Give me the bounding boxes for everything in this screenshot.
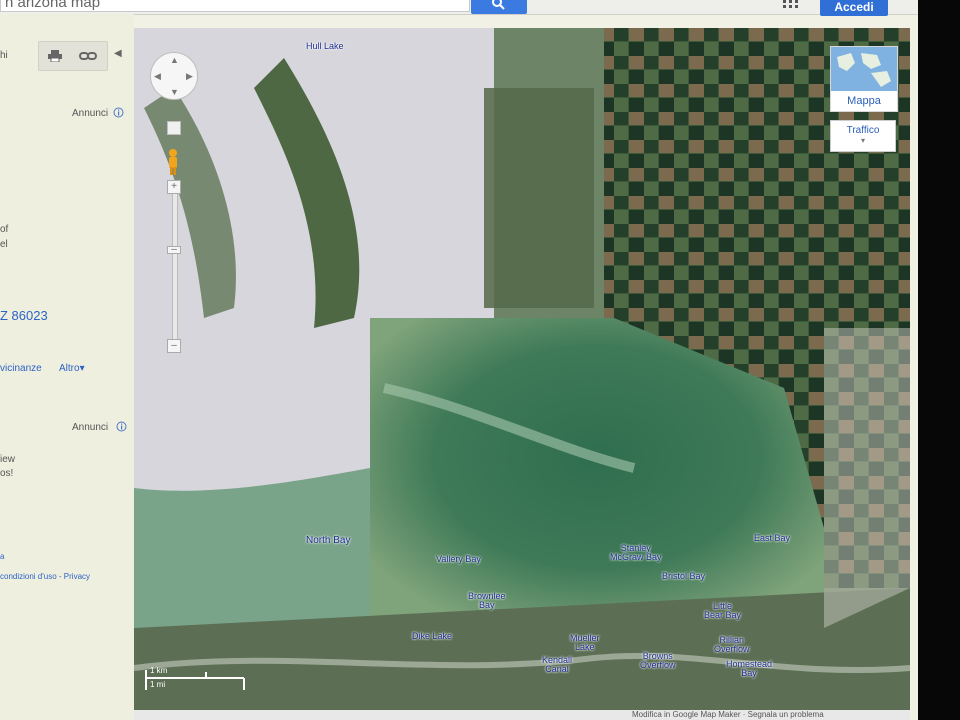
map-maker-link[interactable]: Modifica in Google Map Maker · Segnala u…	[632, 710, 824, 720]
ads-label: Annunci	[72, 422, 109, 433]
map-label-bristol-bay[interactable]: Bristol Bay	[662, 572, 705, 581]
map-scale: 1 km 1 mi	[144, 666, 248, 692]
text-fragment: os!	[0, 468, 14, 479]
tab-fragment[interactable]: hi	[0, 50, 8, 61]
map-label-little-bear-bay[interactable]: Little Bear Bay	[704, 602, 741, 620]
toolbar-box	[38, 41, 108, 71]
collapse-panel-icon[interactable]: ◀	[114, 48, 122, 59]
pegman-icon[interactable]	[166, 148, 180, 176]
scale-mi-label: 1 mi	[150, 680, 166, 689]
traffic-layer-button[interactable]: Traffico ▾	[830, 120, 896, 152]
pan-down-icon[interactable]: ▼	[170, 87, 179, 97]
map-label-east-bay[interactable]: East Bay	[754, 534, 790, 543]
zoom-slider-track[interactable]	[172, 180, 178, 352]
zoom-slider-handle[interactable]: –	[167, 245, 181, 255]
search-input[interactable]: n arizona map	[0, 0, 470, 12]
more-dropdown[interactable]: Altro▾	[59, 363, 85, 374]
map-type-toggle[interactable]: Mappa	[830, 46, 898, 112]
satellite-map[interactable]: ▲ ▼ ◀ ▶ + – – Mappa Traffico ▾ Hull Lake…	[134, 28, 910, 720]
reset-view-button[interactable]	[167, 121, 181, 135]
label-line: Canal	[545, 664, 569, 674]
monitor-bezel	[918, 0, 960, 720]
top-bar: n arizona map Accedi	[0, 0, 918, 16]
map-label-rillian-overflow[interactable]: Rillian Overflow	[714, 636, 750, 654]
zoom-in-button[interactable]: +	[167, 180, 181, 194]
label-line: Bear Bay	[704, 610, 742, 620]
text-fragment: el	[0, 239, 8, 250]
map-label-homestead-bay[interactable]: Homestead Bay	[726, 660, 772, 678]
pan-left-icon[interactable]: ◀	[154, 71, 161, 82]
ads-label: Annunci	[72, 108, 109, 119]
map-label-stanley-mcgraw-bay[interactable]: Stanley McGraw Bay	[610, 544, 662, 562]
label-line: Bay	[479, 600, 495, 610]
label-line: Bay	[741, 668, 757, 678]
apps-grid-icon[interactable]	[782, 0, 800, 10]
text-fragment: iew	[0, 454, 16, 465]
info-icon[interactable]	[113, 107, 124, 121]
more-label: Altro	[59, 363, 80, 374]
map-label-kendall-canal[interactable]: Kendall Canal	[542, 656, 572, 674]
browser-screen: n arizona map Accedi hi ◀ Annunci of el …	[0, 0, 918, 720]
map-label-hull-lake[interactable]: Hull Lake	[306, 42, 344, 51]
label-line: Lake	[574, 642, 595, 652]
map-label-dike-lake[interactable]: Dike Lake	[412, 632, 452, 641]
label-line: McGraw Bay	[610, 552, 662, 562]
scale-km-label: 1 km	[150, 666, 168, 675]
info-icon[interactable]	[116, 421, 127, 435]
chevron-down-icon: ▾	[860, 136, 865, 145]
world-map-icon	[831, 47, 897, 91]
chevron-down-icon: ▾	[79, 363, 85, 374]
satellite-imagery	[134, 28, 910, 720]
nearby-link[interactable]: vicinanze	[0, 363, 42, 374]
search-button[interactable]	[471, 0, 527, 14]
map-label-brownlee-bay[interactable]: Brownlee Bay	[468, 592, 506, 610]
left-panel: hi ◀ Annunci of el Z 86023 vicinanze Alt…	[0, 14, 134, 720]
zip-code-link[interactable]: Z 86023	[0, 308, 48, 323]
text-fragment: of	[0, 224, 9, 235]
signin-button[interactable]: Accedi	[820, 0, 888, 16]
map-label-browns-overflow[interactable]: Browns Overflow	[640, 652, 676, 670]
pan-control[interactable]: ▲ ▼ ◀ ▶	[150, 52, 198, 100]
search-icon	[492, 0, 505, 10]
map-label-vallery-bay[interactable]: Vallery Bay	[436, 555, 481, 564]
pan-right-icon[interactable]: ▶	[186, 71, 193, 82]
map-type-label: Mappa	[831, 91, 897, 111]
map-label-north-bay[interactable]: North Bay	[306, 536, 350, 546]
link-icon[interactable]	[79, 49, 97, 67]
map-label-mueller-lake[interactable]: Mueller Lake	[570, 634, 600, 652]
terms-privacy-link[interactable]: condizioni d'uso - Privacy	[0, 572, 90, 581]
zoom-out-button[interactable]: –	[167, 339, 181, 353]
pan-up-icon[interactable]: ▲	[170, 55, 179, 65]
map-footer: Modifica in Google Map Maker · Segnala u…	[134, 710, 910, 720]
traffic-label: Traffico	[846, 125, 880, 136]
label-line: Overflow	[714, 644, 750, 654]
label-line: Overflow	[640, 660, 676, 670]
print-icon[interactable]	[48, 49, 62, 67]
text-fragment[interactable]: a	[0, 552, 4, 561]
